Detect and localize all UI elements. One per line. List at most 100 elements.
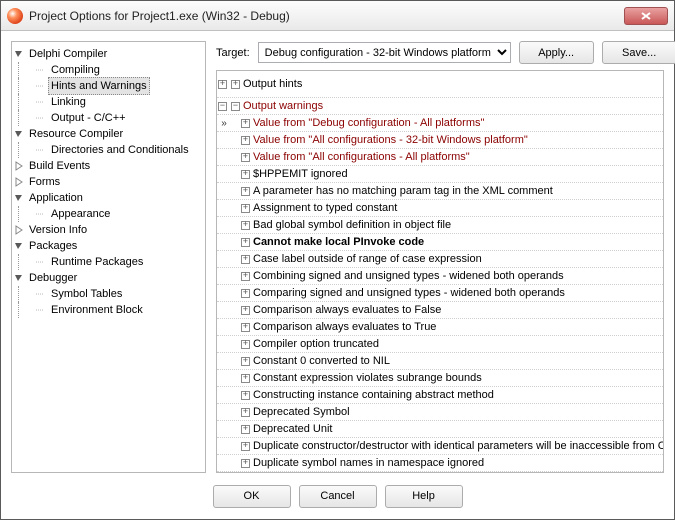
expand-icon[interactable]: + xyxy=(241,221,250,230)
grid-row[interactable]: +Value from "All configurations - All pl… xyxy=(217,149,664,166)
expand-icon[interactable]: + xyxy=(241,323,250,332)
tree-item[interactable]: Hints and Warnings xyxy=(48,77,150,95)
tree-twisty[interactable] xyxy=(14,225,24,235)
tree-twisty[interactable] xyxy=(14,161,24,171)
expand-icon[interactable]: + xyxy=(241,442,250,451)
option-name: $HPPEMIT ignored xyxy=(253,168,348,180)
tree-item[interactable]: Forms xyxy=(26,174,63,190)
option-name: Value from "All configurations - All pla… xyxy=(253,151,470,163)
tree-item[interactable]: Debugger xyxy=(26,270,80,286)
ok-button[interactable]: OK xyxy=(213,485,291,508)
grid-row[interactable]: +Cannot make local PInvoke codeFalse xyxy=(217,234,664,251)
grid-row[interactable]: +Case label outside of range of case exp… xyxy=(217,251,664,268)
tree-item[interactable]: Environment Block xyxy=(48,302,146,318)
tree-twisty[interactable] xyxy=(14,177,24,187)
expand-icon[interactable]: + xyxy=(241,255,250,264)
expand-icon[interactable]: + xyxy=(241,289,250,298)
tree-twisty[interactable] xyxy=(36,289,46,299)
option-name: Combining signed and unsigned types - wi… xyxy=(253,270,564,282)
options-grid[interactable]: ++Output hintstrue−−Output warningsTrue »… xyxy=(216,70,664,473)
grid-row[interactable]: +Assignment to typed constantTrue xyxy=(217,200,664,217)
grid-row[interactable]: +Comparing signed and unsigned types - w… xyxy=(217,285,664,302)
grid-row[interactable]: +Duplicate constructor/destructor with i… xyxy=(217,438,664,455)
expand-icon[interactable]: − xyxy=(231,102,240,111)
tree-item[interactable]: Version Info xyxy=(26,222,90,238)
grid-row[interactable]: +Deprecated SymbolTrue xyxy=(217,404,664,421)
tree-twisty[interactable] xyxy=(36,113,46,123)
tree-item[interactable]: Output - C/C++ xyxy=(48,110,129,126)
apply-button[interactable]: Apply... xyxy=(519,41,594,64)
expand-icon[interactable]: + xyxy=(241,272,250,281)
grid-row[interactable]: ++Output hintstrue xyxy=(217,71,664,98)
expand-icon[interactable]: + xyxy=(241,425,250,434)
grid-row[interactable]: +Constructing instance containing abstra… xyxy=(217,387,664,404)
tree-item[interactable]: Build Events xyxy=(26,158,93,174)
option-name: Comparison always evaluates to False xyxy=(253,304,441,316)
tree-twisty[interactable] xyxy=(14,241,24,251)
cancel-button[interactable]: Cancel xyxy=(299,485,377,508)
tree-item[interactable]: Linking xyxy=(48,94,89,110)
expand-icon[interactable]: + xyxy=(241,119,250,128)
tree-twisty[interactable] xyxy=(36,97,46,107)
expand-icon[interactable]: + xyxy=(241,340,250,349)
grid-row[interactable]: »+Value from "Debug configuration - All … xyxy=(217,115,664,132)
expand-icon[interactable]: + xyxy=(241,187,250,196)
expand-icon[interactable]: + xyxy=(241,306,250,315)
expand-icon[interactable]: + xyxy=(241,374,250,383)
tree-twisty[interactable] xyxy=(14,273,24,283)
tree-item[interactable]: Appearance xyxy=(48,206,113,222)
close-button[interactable] xyxy=(624,7,668,25)
target-select[interactable]: Debug configuration - 32-bit Windows pla… xyxy=(258,42,511,63)
tree-twisty[interactable] xyxy=(36,305,46,315)
tree-item[interactable]: Resource Compiler xyxy=(26,126,126,142)
dialog-footer: OK Cancel Help xyxy=(1,473,674,519)
expand-icon[interactable]: + xyxy=(241,136,250,145)
tree-item[interactable]: Application xyxy=(26,190,86,206)
tree-twisty[interactable] xyxy=(36,257,46,267)
expand-icon[interactable]: + xyxy=(241,357,250,366)
expand-icon[interactable]: + xyxy=(241,238,250,247)
tree-twisty[interactable] xyxy=(14,193,24,203)
row-gutter-icon: » xyxy=(217,118,231,129)
grid-row[interactable]: +$HPPEMIT ignoredTrue xyxy=(217,166,664,183)
tree-twisty[interactable] xyxy=(36,145,46,155)
tree-item[interactable]: Runtime Packages xyxy=(48,254,146,270)
tree-twisty[interactable] xyxy=(14,49,24,59)
grid-row[interactable]: +A parameter has no matching param tag i… xyxy=(217,183,664,200)
grid-row[interactable]: +Value from "All configurations - 32-bit… xyxy=(217,132,664,149)
expand-icon[interactable]: + xyxy=(241,391,250,400)
grid-row[interactable]: +Bad global symbol definition in object … xyxy=(217,217,664,234)
grid-row[interactable]: +Constant 0 converted to NILTrue xyxy=(217,353,664,370)
grid-row[interactable]: +Duplicate symbol names in namespace ign… xyxy=(217,455,664,472)
tree-item[interactable]: Packages xyxy=(26,238,80,254)
help-button[interactable]: Help xyxy=(385,485,463,508)
grid-row[interactable]: +Compiler option truncatedTrue xyxy=(217,336,664,353)
tree-item[interactable]: Compiling xyxy=(48,62,103,78)
expand-icon[interactable]: + xyxy=(241,153,250,162)
expand-icon[interactable]: + xyxy=(241,459,250,468)
grid-row[interactable]: −−Output warningsTrue xyxy=(217,98,664,115)
tree-twisty[interactable] xyxy=(36,209,46,219)
titlebar: Project Options for Project1.exe (Win32 … xyxy=(1,1,674,31)
option-name: Constructing instance containing abstrac… xyxy=(253,389,494,401)
options-tree[interactable]: Delphi CompilerCompilingHints and Warnin… xyxy=(11,41,206,473)
save-button[interactable]: Save... xyxy=(602,41,675,64)
tree-item[interactable]: Directories and Conditionals xyxy=(48,142,192,158)
grid-row[interactable]: +Constant expression violates subrange b… xyxy=(217,370,664,387)
grid-row[interactable]: +Comparison always evaluates to FalseTru… xyxy=(217,302,664,319)
tree-item[interactable]: Symbol Tables xyxy=(48,286,125,302)
grid-row[interactable]: +Combining signed and unsigned types - w… xyxy=(217,268,664,285)
option-name: Duplicate constructor/destructor with id… xyxy=(253,440,664,452)
grid-row[interactable]: +Deprecated UnitTrue xyxy=(217,421,664,438)
grid-row[interactable]: +Comparison always evaluates to TrueTrue xyxy=(217,319,664,336)
expand-icon[interactable]: + xyxy=(231,80,240,89)
tree-item[interactable]: Delphi Compiler xyxy=(26,46,110,62)
expand-icon[interactable]: + xyxy=(241,170,250,179)
tree-twisty[interactable] xyxy=(14,129,24,139)
tree-twisty[interactable] xyxy=(36,81,46,91)
expand-icon[interactable]: + xyxy=(241,408,250,417)
option-name: A parameter has no matching param tag in… xyxy=(253,185,553,197)
option-name: Deprecated Unit xyxy=(253,423,333,435)
expand-icon[interactable]: + xyxy=(241,204,250,213)
tree-twisty[interactable] xyxy=(36,65,46,75)
